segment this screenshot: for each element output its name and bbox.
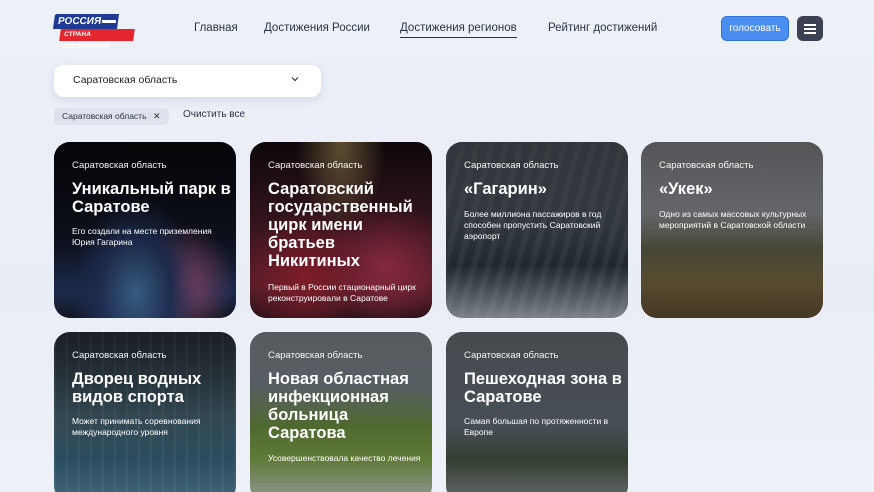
card-description: Может принимать соревнования международн…: [72, 416, 201, 437]
achievement-card[interactable]: Саратовская область Дворец водных видов …: [54, 332, 236, 492]
card-description: Более миллиона пассажиров в год способен…: [464, 209, 602, 241]
logo[interactable]: РОССИЯ СТРАНА ДОСТИЖЕНИЙ: [52, 14, 135, 50]
achievement-card[interactable]: Саратовская область Уникальный парк в Са…: [54, 142, 236, 318]
filter-chip[interactable]: Саратовская область ✕: [54, 108, 169, 125]
card-description: Первый в России стационарный цирк реконс…: [268, 282, 416, 303]
achievement-card[interactable]: Саратовская область Саратовский государс…: [250, 142, 432, 318]
filter-chip-label: Саратовская область: [62, 111, 147, 121]
achievement-card[interactable]: Саратовская область Пешеходная зона в Са…: [446, 332, 628, 492]
card-region: Саратовская область: [464, 160, 559, 171]
nav-item-rating[interactable]: Рейтинг достижений: [548, 20, 657, 36]
logo-dash: [102, 20, 116, 23]
chevron-down-icon: [291, 77, 299, 82]
achievement-card[interactable]: Саратовская область «Гагарин» Более милл…: [446, 142, 628, 318]
card-region: Саратовская область: [72, 350, 167, 361]
region-select[interactable]: Саратовская область: [54, 65, 321, 97]
card-title: «Укек»: [659, 180, 713, 198]
card-region: Саратовская область: [268, 350, 363, 361]
card-description: Самая большая по протяженности в Европе: [464, 416, 609, 437]
hamburger-icon: [804, 24, 816, 26]
card-title: «Гагарин»: [464, 180, 547, 198]
card-region: Саратовская область: [268, 160, 363, 171]
clear-all-button[interactable]: Очистить все: [183, 109, 245, 120]
achievement-card[interactable]: Саратовская область Новая областная инфе…: [250, 332, 432, 492]
vote-button[interactable]: голосовать: [721, 16, 789, 41]
site-header: РОССИЯ СТРАНА ДОСТИЖЕНИЙ Главная Достиже…: [0, 0, 874, 56]
card-title: Пешеходная зона в Саратове: [464, 370, 622, 406]
logo-bottom-text: СТРАНА ДОСТИЖЕНИЙ: [59, 29, 135, 50]
menu-button[interactable]: [797, 16, 823, 41]
card-description: Его создали на месте приземления Юрия Га…: [72, 226, 212, 247]
nav-item-home[interactable]: Главная: [194, 20, 238, 36]
card-title: Дворец водных видов спорта: [72, 370, 202, 406]
card-description: Усовершенствовала качество лечения: [268, 453, 421, 463]
card-region: Саратовская область: [464, 350, 559, 361]
achievement-card[interactable]: Саратовская область «Укек» Одно из самых…: [641, 142, 823, 318]
card-region: Саратовская область: [72, 160, 167, 171]
close-icon[interactable]: ✕: [153, 108, 161, 125]
card-title: Саратовский государственный цирк имени б…: [268, 180, 413, 270]
card-title: Новая областная инфекционная больница Са…: [268, 370, 409, 442]
nav-item-region-achievements[interactable]: Достижения регионов: [400, 20, 517, 38]
card-description: Одно из самых массовых культурных меропр…: [659, 209, 807, 230]
card-title: Уникальный парк в Саратове: [72, 180, 231, 216]
region-select-value: Саратовская область: [73, 74, 178, 86]
nav-item-russia-achievements[interactable]: Достижения России: [264, 20, 370, 36]
card-region: Саратовская область: [659, 160, 754, 171]
